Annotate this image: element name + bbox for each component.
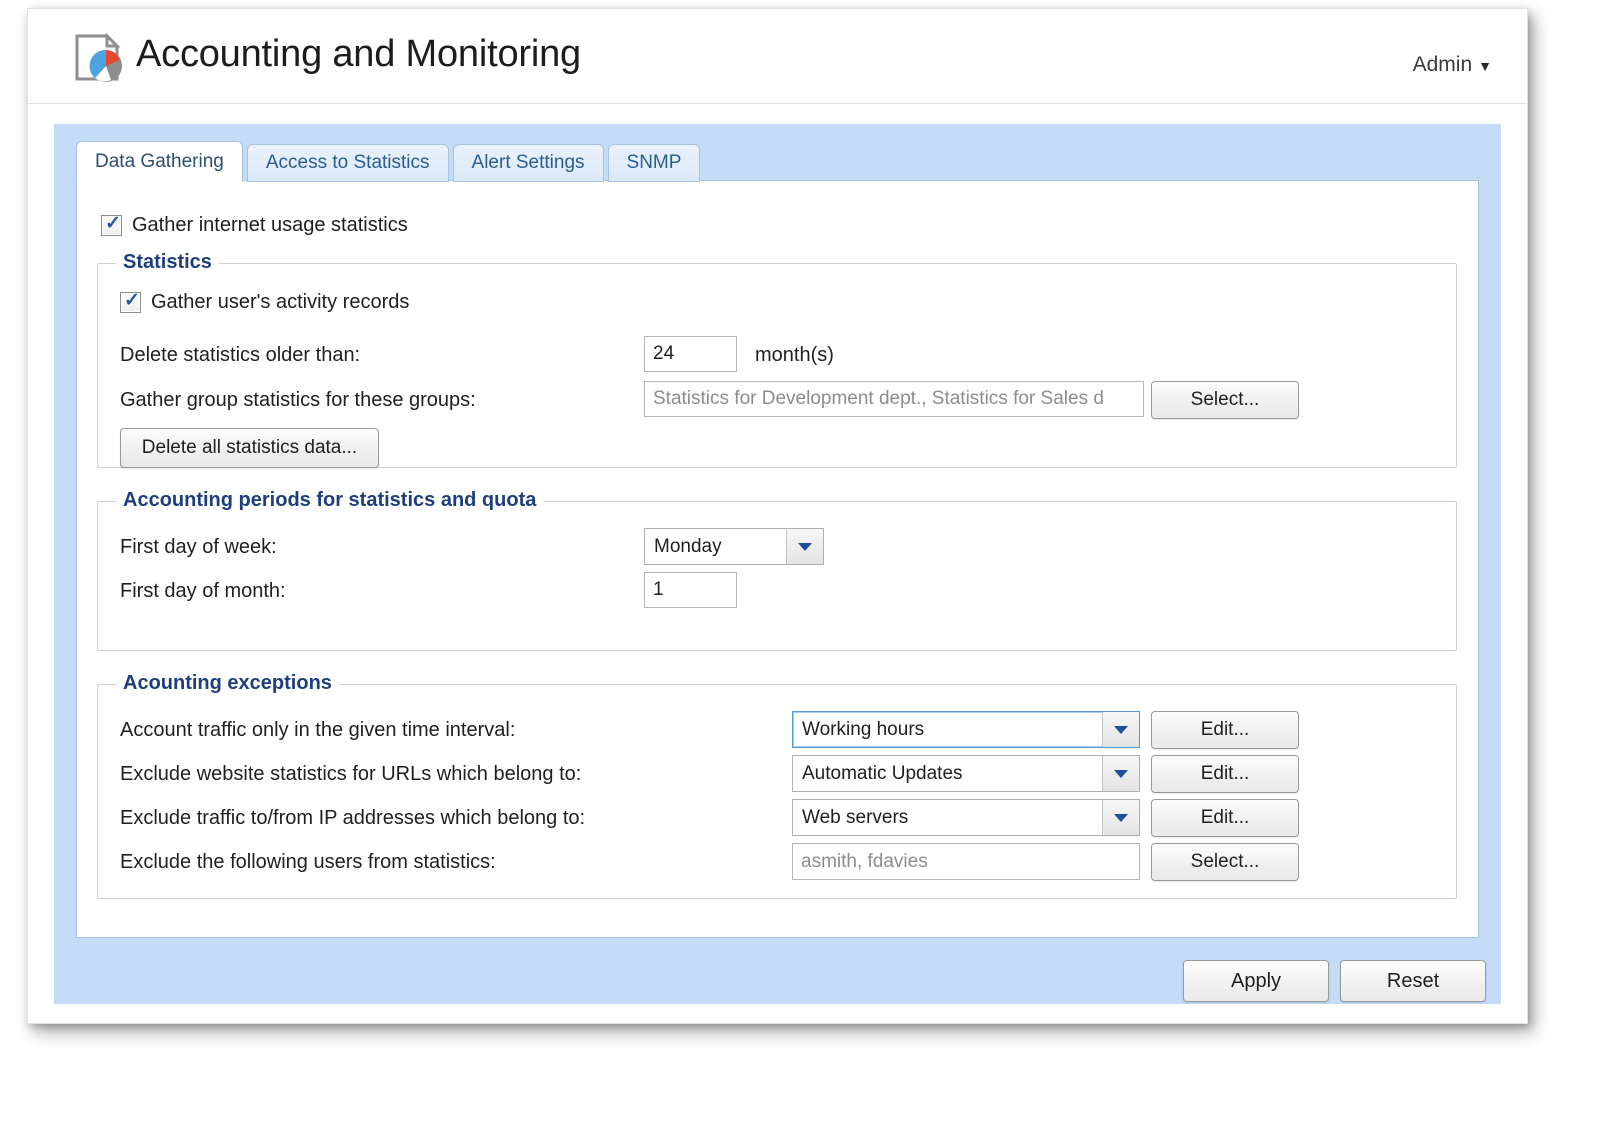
delete-all-statistics-button[interactable]: Delete all statistics data... (120, 428, 379, 468)
gather-activity-records-label: Gather user's activity records (151, 291, 410, 313)
check-icon: ✓ (124, 290, 140, 311)
tab-label: SNMP (626, 152, 682, 173)
gather-internet-usage-label: Gather internet usage statistics (132, 214, 408, 236)
statistics-fieldset: Statistics ✓ Gather user's activity reco… (97, 251, 1457, 468)
reset-button-label: Reset (1386, 969, 1440, 992)
admin-menu[interactable]: Admin ▼ (1413, 53, 1492, 77)
accounting-exceptions-fieldset: Acounting exceptions Account traffic onl… (97, 672, 1457, 899)
exclude-users-label: Exclude the following users from statist… (120, 851, 496, 873)
accounting-periods-fieldset: Accounting periods for statistics and qu… (97, 489, 1457, 651)
exclude-urls-edit-button[interactable]: Edit... (1151, 755, 1299, 793)
chevron-down-icon[interactable] (1102, 756, 1139, 791)
group-statistics-select-button[interactable]: Select... (1151, 381, 1299, 419)
exclude-ip-addresses-dropdown[interactable]: Web servers (792, 799, 1140, 836)
exclude-ip-addresses-edit-button[interactable]: Edit... (1151, 799, 1299, 837)
screenshot-root: Accounting and Monitoring Admin ▼ Data Ga… (0, 0, 1606, 1130)
accounting-periods-legend: Accounting periods for statistics and qu… (116, 489, 544, 512)
tab-snmp[interactable]: SNMP (607, 144, 701, 182)
group-statistics-input[interactable]: Statistics for Development dept., Statis… (644, 381, 1144, 417)
check-icon: ✓ (105, 213, 121, 234)
gather-activity-records-checkbox[interactable]: ✓ (120, 290, 141, 313)
exclude-ip-addresses-value: Web servers (802, 806, 909, 828)
apply-button[interactable]: Apply (1183, 960, 1329, 1002)
exclude-urls-dropdown[interactable]: Automatic Updates (792, 755, 1140, 792)
document-pie-chart-icon (73, 32, 127, 85)
first-day-of-week-label: First day of week: (120, 536, 277, 558)
delete-older-than-input[interactable]: 24 (644, 336, 737, 372)
account-traffic-interval-label: Account traffic only in the given time i… (120, 719, 516, 741)
first-day-of-month-input[interactable]: 1 (644, 572, 737, 608)
first-day-of-week-dropdown[interactable]: Monday (644, 528, 824, 565)
admin-menu-label: Admin (1412, 53, 1473, 76)
exclude-ip-addresses-label: Exclude traffic to/from IP addresses whi… (120, 807, 586, 829)
chevron-down-icon[interactable] (1102, 800, 1139, 835)
chevron-down-icon: ▼ (1478, 58, 1492, 74)
accounting-exceptions-legend: Acounting exceptions (116, 672, 339, 695)
account-traffic-interval-value: Working hours (802, 718, 925, 740)
chevron-down-icon[interactable] (1102, 712, 1139, 747)
tab-label: Alert Settings (471, 152, 585, 173)
tab-data-gathering[interactable]: Data Gathering (76, 141, 243, 182)
tab-alert-settings[interactable]: Alert Settings (452, 144, 604, 182)
tab-label: Access to Statistics (265, 152, 430, 173)
tab-label: Data Gathering (95, 150, 224, 172)
page-title: Accounting and Monitoring (136, 33, 581, 75)
gather-internet-usage-checkbox[interactable]: ✓ (101, 213, 122, 236)
gather-activity-records-row[interactable]: ✓ Gather user's activity records (120, 290, 410, 314)
gather-internet-usage-row[interactable]: ✓ Gather internet usage statistics (101, 213, 408, 237)
tab-content-data-gathering: ✓ Gather internet usage statistics Stati… (76, 180, 1479, 938)
tab-strip: Data Gathering Access to Statistics Aler… (76, 141, 704, 182)
statistics-legend: Statistics (116, 251, 219, 274)
account-traffic-interval-edit-button[interactable]: Edit... (1151, 711, 1299, 749)
settings-panel: Data Gathering Access to Statistics Aler… (54, 124, 1501, 1004)
app-window: Accounting and Monitoring Admin ▼ Data Ga… (27, 8, 1528, 1024)
exclude-urls-value: Automatic Updates (802, 762, 963, 784)
chevron-down-icon[interactable] (786, 529, 823, 564)
group-statistics-label: Gather group statistics for these groups… (120, 389, 476, 411)
first-day-of-week-value: Monday (654, 535, 722, 557)
tab-access-to-statistics[interactable]: Access to Statistics (246, 144, 449, 182)
reset-button[interactable]: Reset (1340, 960, 1486, 1002)
exclude-users-select-button[interactable]: Select... (1151, 843, 1299, 881)
delete-older-than-label: Delete statistics older than: (120, 344, 361, 366)
delete-older-than-unit: month(s) (755, 344, 834, 366)
app-header: Accounting and Monitoring Admin ▼ (28, 9, 1527, 104)
apply-button-label: Apply (1230, 969, 1282, 992)
first-day-of-month-label: First day of month: (120, 580, 286, 602)
exclude-urls-label: Exclude website statistics for URLs whic… (120, 763, 582, 785)
account-traffic-interval-dropdown[interactable]: Working hours (792, 711, 1140, 748)
exclude-users-input[interactable]: asmith, fdavies (792, 843, 1140, 880)
